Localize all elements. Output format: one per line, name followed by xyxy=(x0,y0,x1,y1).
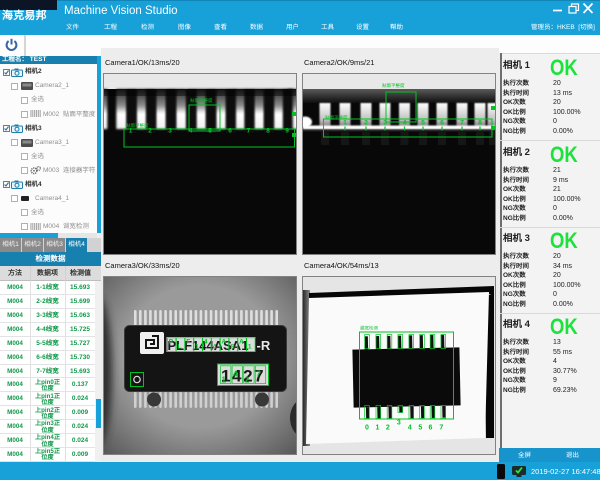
svg-text:0: 0 xyxy=(365,425,369,432)
svg-text:7: 7 xyxy=(460,120,464,127)
svg-text:3: 3 xyxy=(168,128,172,135)
svg-text:1: 1 xyxy=(248,344,252,351)
svg-text:5: 5 xyxy=(418,425,422,432)
svg-text:7: 7 xyxy=(247,128,251,135)
svg-text:6: 6 xyxy=(228,128,232,135)
svg-text:L: L xyxy=(178,344,182,351)
svg-text:3: 3 xyxy=(383,120,387,127)
svg-text:7: 7 xyxy=(439,425,443,432)
svg-text:4: 4 xyxy=(213,344,217,351)
svg-text:2: 2 xyxy=(245,376,250,385)
svg-text:4: 4 xyxy=(204,339,208,346)
svg-text:7: 7 xyxy=(256,370,261,379)
svg-text:4: 4 xyxy=(403,120,407,127)
svg-text:-R: -R xyxy=(257,338,271,353)
svg-text:2: 2 xyxy=(364,120,368,127)
svg-text:3: 3 xyxy=(397,420,401,427)
svg-text:1: 1 xyxy=(376,425,380,432)
svg-text:2: 2 xyxy=(148,128,152,135)
svg-text:8: 8 xyxy=(478,120,482,127)
svg-text:9: 9 xyxy=(285,128,289,135)
svg-text:1: 1 xyxy=(195,344,199,351)
svg-text:A: A xyxy=(239,339,244,346)
svg-text:S: S xyxy=(230,344,235,351)
svg-text:贴面平整度: 贴面平整度 xyxy=(190,98,213,103)
svg-text:4: 4 xyxy=(233,370,238,379)
svg-text:1: 1 xyxy=(343,120,347,127)
svg-text:1: 1 xyxy=(129,128,133,135)
svg-text:贴面平整度: 贴面平整度 xyxy=(382,83,405,88)
svg-text:P: P xyxy=(169,339,174,346)
svg-text:F: F xyxy=(186,339,190,346)
svg-text:6: 6 xyxy=(429,425,433,432)
svg-text:A: A xyxy=(222,339,227,346)
svg-text:6: 6 xyxy=(440,120,444,127)
svg-text:1: 1 xyxy=(222,376,227,385)
svg-text:4: 4 xyxy=(408,425,412,432)
svg-text:4: 4 xyxy=(189,128,193,135)
svg-text:5: 5 xyxy=(208,128,212,135)
svg-text:5: 5 xyxy=(421,120,425,127)
svg-text:8: 8 xyxy=(266,128,270,135)
svg-text:漏宽检测: 漏宽检测 xyxy=(360,326,378,331)
svg-text:2: 2 xyxy=(386,425,390,432)
